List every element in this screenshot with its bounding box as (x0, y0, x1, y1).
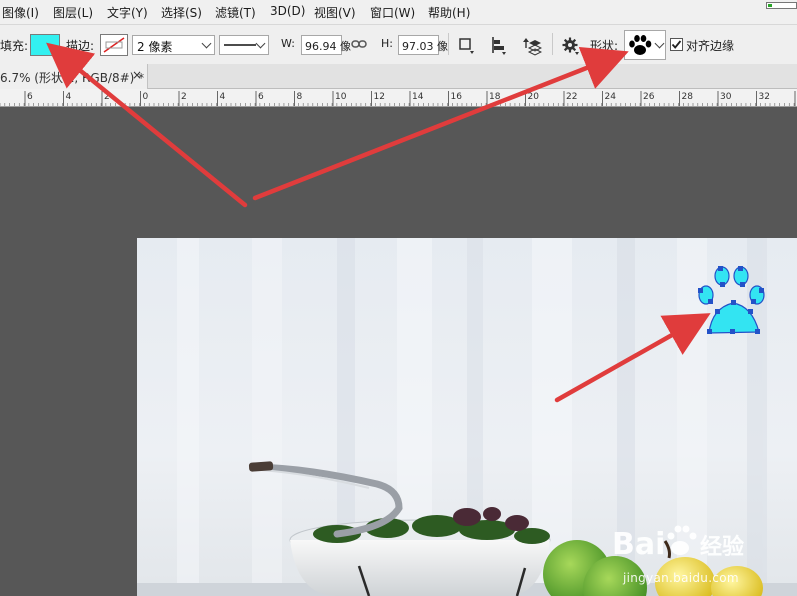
no-stroke-icon (103, 37, 125, 53)
menu-type[interactable]: 文字(Y) (107, 4, 148, 21)
shape-picker[interactable] (624, 30, 666, 60)
path-operations-icon[interactable] (458, 37, 476, 55)
menu-layer[interactable]: 图层(L) (53, 4, 93, 21)
horizontal-ruler[interactable]: 6420246810121416182022242628303234 (0, 89, 797, 107)
ruler-label: 26 (643, 92, 655, 102)
ruler-label: 28 (682, 92, 694, 102)
document-tab-title: 6.7% (形状 1, RGB/8#) * (0, 71, 145, 85)
ruler-label: 32 (759, 92, 770, 102)
menu-filter[interactable]: 滤镜(T) (215, 4, 256, 21)
chevron-down-icon (255, 38, 266, 49)
ruler-label: 2 (181, 92, 187, 102)
menu-view[interactable]: 视图(V) (314, 4, 356, 21)
link-icon[interactable] (351, 38, 367, 50)
document-tab-bar: 6.7% (形状 1, RGB/8#) * × (0, 64, 797, 89)
ruler-label: 16 (451, 92, 463, 102)
chevron-down-icon (201, 38, 212, 49)
align-edges-checkbox[interactable] (670, 38, 683, 51)
ruler-label: 2 (104, 92, 110, 102)
stroke-color-swatch[interactable] (100, 34, 128, 56)
ruler-label: 12 (374, 92, 385, 102)
menu-3d[interactable]: 3D(D) (270, 4, 305, 18)
ruler-label: 0 (143, 92, 149, 102)
height-input[interactable]: 97.03 像 (398, 35, 448, 55)
ruler-label: 24 (605, 92, 617, 102)
menu-image[interactable]: 图像(I) (2, 4, 39, 21)
watermark-url: jingyan.baidu.com (623, 571, 739, 585)
ruler-label: 10 (335, 92, 347, 102)
chevron-down-icon (654, 38, 665, 49)
menu-window[interactable]: 窗口(W) (370, 4, 415, 21)
ruler-label: 8 (297, 92, 303, 102)
ruler-label: 20 (528, 92, 540, 102)
ruler-label: 30 (720, 92, 732, 102)
logo-text: Bai (612, 527, 665, 562)
menu-select[interactable]: 选择(S) (161, 4, 202, 21)
ruler-label: 22 (566, 92, 577, 102)
ruler-label: 4 (220, 92, 226, 102)
ruler-label: 4 (66, 92, 72, 102)
menu-bar: 图像(I) 图层(L) 文字(Y) 选择(S) 滤镜(T) 3D(D) 视图(V… (0, 0, 797, 24)
align-edges-label: 对齐边缘 (686, 39, 735, 53)
options-bar: 填充: 描边: 2 像素 W: 96.94 像 H: 97.03 像 形状: 对… (0, 24, 797, 64)
ruler-label: 6 (27, 92, 33, 102)
stroke-type-select[interactable] (219, 35, 269, 55)
stroke-label: 描边: (66, 39, 95, 53)
path-alignment-icon[interactable] (490, 36, 508, 56)
shape-label: 形状: (590, 39, 619, 53)
paw-print-icon (629, 35, 652, 55)
document-tab[interactable]: 6.7% (形状 1, RGB/8#) * × (0, 64, 148, 89)
path-arrangement-icon[interactable] (522, 36, 542, 56)
height-label: H: (381, 37, 393, 50)
ruler-label: 6 (258, 92, 264, 102)
fill-label: 填充: (0, 39, 29, 53)
ruler-scale: 6420246810121416182022242628303234 (0, 91, 796, 106)
window-status-bar (766, 2, 797, 9)
baidu-jingyan-logo: Bai 经验 (612, 525, 744, 562)
line-style-icon (224, 44, 256, 46)
stroke-width-value: 2 像素 (137, 40, 173, 54)
stroke-width-select[interactable]: 2 像素 (132, 35, 215, 55)
close-tab-button[interactable]: × (132, 68, 142, 82)
ruler-label: 14 (412, 92, 424, 102)
menu-help[interactable]: 帮助(H) (428, 4, 470, 21)
ruler-label: 18 (489, 92, 501, 102)
logo-text-2: 经验 (700, 534, 744, 560)
gear-icon[interactable] (562, 37, 580, 55)
width-value: 96.94 像 (305, 40, 351, 53)
fill-color-swatch[interactable] (30, 34, 60, 56)
width-label: W: (281, 37, 295, 50)
width-input[interactable]: 96.94 像 (301, 35, 351, 55)
height-value: 97.03 像 (402, 40, 448, 53)
